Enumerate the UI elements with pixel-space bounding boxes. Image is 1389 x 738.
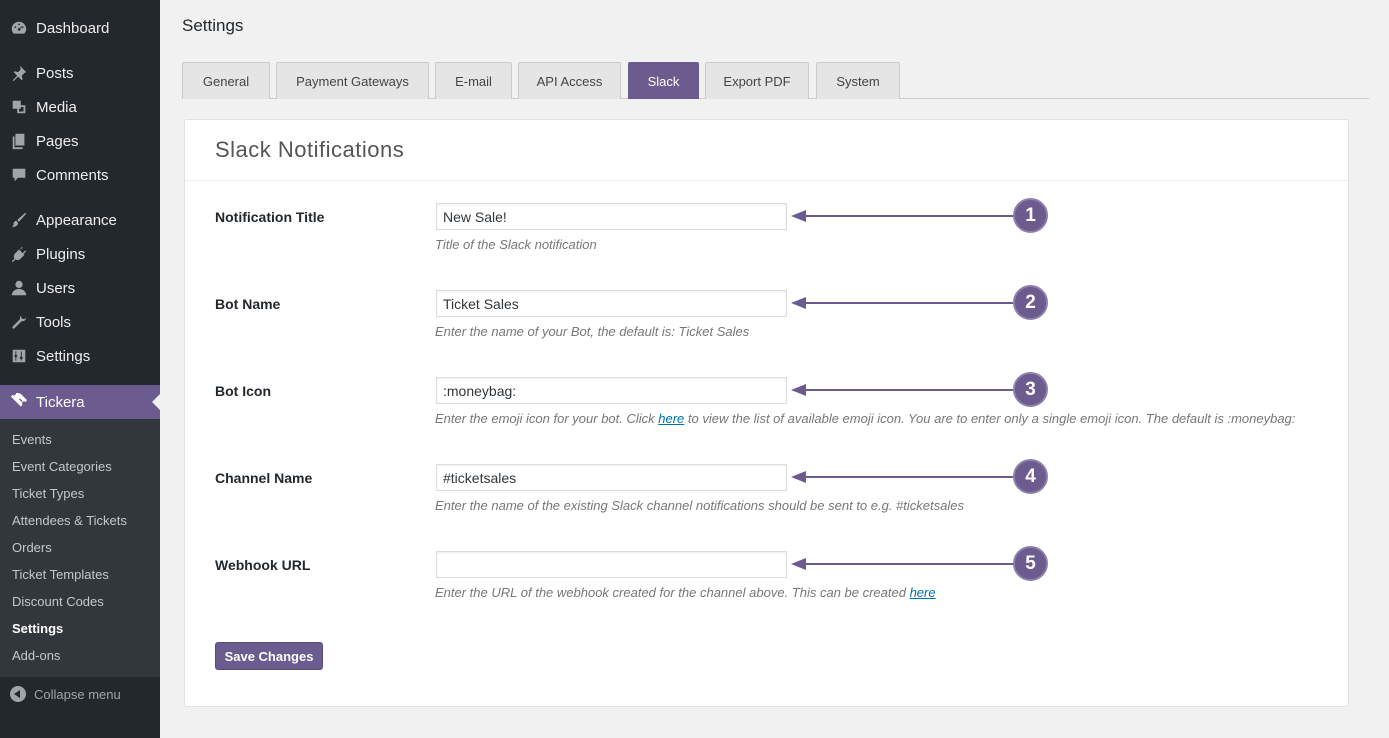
menu-label: Plugins <box>36 245 86 263</box>
menu-label: Settings <box>36 347 91 365</box>
menu-item-pages[interactable]: Pages <box>0 124 160 158</box>
brush-icon <box>9 210 29 230</box>
channel-name-input[interactable] <box>436 464 787 491</box>
panel-title: Slack Notifications <box>215 137 405 162</box>
annotation-arrow-line <box>804 215 1014 217</box>
plug-icon <box>9 244 29 264</box>
notification-title-label: Notification Title <box>215 209 325 225</box>
page-title: Settings <box>182 16 244 35</box>
notification-title-input[interactable] <box>436 203 787 230</box>
notification-title-description: Title of the Slack notification <box>435 237 597 252</box>
menu-label: Users <box>36 279 76 297</box>
active-indicator <box>152 394 160 410</box>
user-icon <box>9 278 29 298</box>
menu-label: Dashboard <box>36 19 110 37</box>
bot-name-description: Enter the name of your Bot, the default … <box>435 324 750 339</box>
annotation-arrow-line <box>804 476 1014 478</box>
menu-label: Appearance <box>36 211 117 229</box>
bot-name-input[interactable] <box>436 290 787 317</box>
media-icon <box>9 97 29 117</box>
submenu-item-discount-codes[interactable]: Discount Codes <box>12 594 104 609</box>
save-changes-button[interactable]: Save Changes <box>215 642 323 670</box>
channel-name-description: Enter the name of the existing Slack cha… <box>435 498 964 513</box>
annotation-badge: 3 <box>1013 372 1048 407</box>
submenu-item-event-categories[interactable]: Event Categories <box>12 459 112 474</box>
menu-label: Media <box>36 98 77 116</box>
panel-divider <box>185 180 1348 181</box>
webhook-create-link[interactable]: here <box>910 585 936 600</box>
tab-general[interactable]: General <box>182 62 270 99</box>
menu-label: Tickera <box>36 393 85 411</box>
menu-item-tools[interactable]: Tools <box>0 305 160 339</box>
submenu-item-add-ons[interactable]: Add-ons <box>12 648 60 663</box>
submenu-item-events[interactable]: Events <box>12 432 52 447</box>
tab-payment-gateways[interactable]: Payment Gateways <box>276 62 429 99</box>
sliders-icon <box>9 346 29 366</box>
annotation-arrow-line <box>804 302 1014 304</box>
desc-text: Enter the emoji icon for your bot. Click <box>435 411 659 426</box>
submenu-item-ticket-templates[interactable]: Ticket Templates <box>12 567 109 582</box>
collapse-label: Collapse menu <box>34 686 121 702</box>
menu-item-settings[interactable]: Settings <box>0 339 160 373</box>
annotation-badge: 1 <box>1013 198 1048 233</box>
desc-text: Enter the URL of the webhook created for… <box>435 585 910 600</box>
collapse-menu-button[interactable]: Collapse menu <box>0 681 160 707</box>
bot-name-label: Bot Name <box>215 296 281 312</box>
annotation-badge: 2 <box>1013 285 1048 320</box>
desc-text: to view the list of available emoji icon… <box>684 411 1296 426</box>
ticket-icon <box>9 392 29 412</box>
tab-system[interactable]: System <box>816 62 900 99</box>
slack-settings-panel: Slack Notifications Notification Title T… <box>184 119 1349 707</box>
collapse-arrow-icon <box>10 686 26 702</box>
annotation-arrow-line <box>804 563 1014 565</box>
menu-item-comments[interactable]: Comments <box>0 158 160 192</box>
submenu-item-settings[interactable]: Settings <box>12 621 63 636</box>
menu-label: Posts <box>36 64 74 82</box>
channel-name-label: Channel Name <box>215 470 313 486</box>
menu-item-media[interactable]: Media <box>0 90 160 124</box>
menu-item-tickera[interactable]: Tickera <box>0 385 160 419</box>
tab-export-pdf[interactable]: Export PDF <box>705 62 809 99</box>
admin-sidebar: Dashboard Posts Media Pages Comments App… <box>0 0 160 738</box>
menu-label: Pages <box>36 132 79 150</box>
submenu-item-attendees-tickets[interactable]: Attendees & Tickets <box>12 513 127 528</box>
pin-icon <box>9 63 29 83</box>
menu-label: Tools <box>36 313 72 331</box>
wrench-icon <box>9 312 29 332</box>
tab-slack[interactable]: Slack <box>628 62 699 99</box>
bot-icon-input[interactable] <box>436 377 787 404</box>
dashboard-icon <box>9 18 29 38</box>
menu-item-plugins[interactable]: Plugins <box>0 237 160 271</box>
webhook-url-input[interactable] <box>436 551 787 578</box>
comment-icon <box>9 165 29 185</box>
menu-item-posts[interactable]: Posts <box>0 56 160 90</box>
menu-label: Comments <box>36 166 109 184</box>
submenu-item-orders[interactable]: Orders <box>12 540 52 555</box>
menu-item-users[interactable]: Users <box>0 271 160 305</box>
bot-icon-description: Enter the emoji icon for your bot. Click… <box>435 411 1295 426</box>
menu-item-dashboard[interactable]: Dashboard <box>0 11 160 45</box>
menu-item-appearance[interactable]: Appearance <box>0 203 160 237</box>
pages-icon <box>9 131 29 151</box>
webhook-url-label: Webhook URL <box>215 557 311 573</box>
submenu-item-ticket-types[interactable]: Ticket Types <box>12 486 84 501</box>
annotation-badge: 5 <box>1013 546 1048 581</box>
bot-icon-label: Bot Icon <box>215 383 271 399</box>
webhook-url-description: Enter the URL of the webhook created for… <box>435 585 936 600</box>
annotation-badge: 4 <box>1013 459 1048 494</box>
emoji-list-link[interactable]: here <box>658 411 684 426</box>
tab-api-access[interactable]: API Access <box>518 62 621 99</box>
tab-email[interactable]: E-mail <box>435 62 512 99</box>
tickera-submenu: Events Event Categories Ticket Types Att… <box>0 419 160 677</box>
annotation-arrow-line <box>804 389 1014 391</box>
